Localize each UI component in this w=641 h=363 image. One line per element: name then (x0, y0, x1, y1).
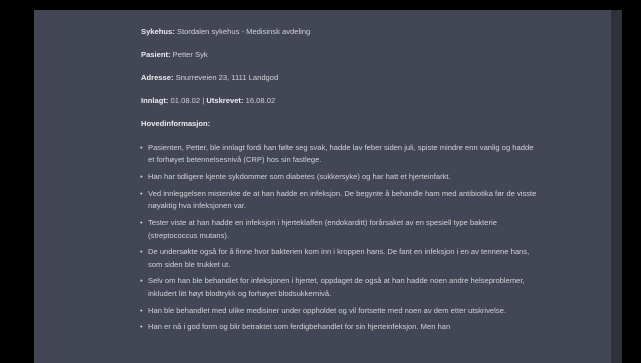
scrollbar-track[interactable] (611, 10, 622, 363)
field-address: Adresse: Snurreveien 23, 1111 Landgod (141, 74, 541, 82)
field-value: Petter Syk (172, 50, 208, 60)
bullet-marker: • (140, 172, 143, 182)
list-item: • De undersøkte også for å finne hvor bak… (140, 246, 541, 271)
bullet-marker: • (140, 305, 143, 315)
list-item-text: Ved innleggelsen mistenkte de at han had… (148, 188, 537, 211)
field-value: Stordalen sykehus - Medisinsk avdeling (176, 27, 311, 36)
field-value: Snurreveien 23, 1111 Landgod (175, 73, 279, 83)
list-item-text: Selv om han ble behandlet for infeksjone… (148, 276, 525, 298)
list-item: • Han er nå i god form og blir betraktet … (140, 321, 541, 334)
field-label: Sykehus: (141, 27, 175, 36)
list-item-text: Tester viste at han hadde en infeksjon i… (148, 218, 497, 240)
list-item: • Selv om han ble behandlet for infeksjon… (140, 275, 541, 300)
field-patient: Pasient: Petter Syk (141, 51, 541, 59)
date-separator: | (202, 96, 205, 106)
bullet-marker: • (140, 218, 143, 228)
bullet-marker: • (140, 142, 143, 152)
chat-message-panel: Sykehus: Stordalen sykehus - Medisinsk a… (34, 10, 622, 363)
list-item-text: Han ble behandlet med ulike medisiner un… (148, 305, 506, 315)
field-hospital: Sykehus: Stordalen sykehus - Medisinsk a… (141, 28, 541, 36)
list-item-text: De undersøkte også for å finne hvor bakt… (148, 247, 530, 269)
bullet-marker: • (140, 247, 143, 257)
section-title: Hovedinformasjon: (141, 119, 211, 129)
main-info-list: • Pasienten, Petter, ble innlagt fordi ha… (140, 142, 541, 334)
admitted-label: Innlagt: (141, 96, 169, 106)
field-label: Adresse: (141, 73, 174, 83)
list-item: • Tester viste at han hadde en infeksjon … (140, 217, 541, 242)
screen-frame: Sykehus: Stordalen sykehus - Medisinsk a… (0, 0, 641, 363)
admitted-value: 01.08.02 (170, 96, 201, 106)
list-item: • Ved innleggelsen mistenkte de at han ha… (140, 188, 541, 213)
field-dates: Innlagt: 01.08.02 | Utskrevet: 16.08.02 (141, 97, 541, 105)
list-item: • Han ble behandlet med ulike medisiner u… (140, 305, 541, 318)
list-item-text: Pasienten, Petter, ble innlagt fordi han… (148, 142, 534, 165)
list-item: • Han har tidligere kjente sykdommer som … (140, 171, 541, 184)
field-label: Pasient: (141, 50, 171, 60)
bullet-marker: • (140, 322, 143, 332)
list-item-text: Han er nå i god form og blir betraktet s… (148, 322, 451, 332)
bullet-marker: • (140, 188, 143, 198)
bullet-marker: • (140, 276, 143, 286)
discharge-summary: Sykehus: Stordalen sykehus - Medisinsk a… (140, 28, 541, 338)
discharged-label: Utskrevet: (206, 96, 244, 106)
list-item-text: Han har tidligere kjente sykdommer som d… (148, 172, 451, 182)
list-item: • Pasienten, Petter, ble innlagt fordi ha… (140, 142, 541, 167)
discharged-value: 16.08.02 (245, 96, 276, 106)
